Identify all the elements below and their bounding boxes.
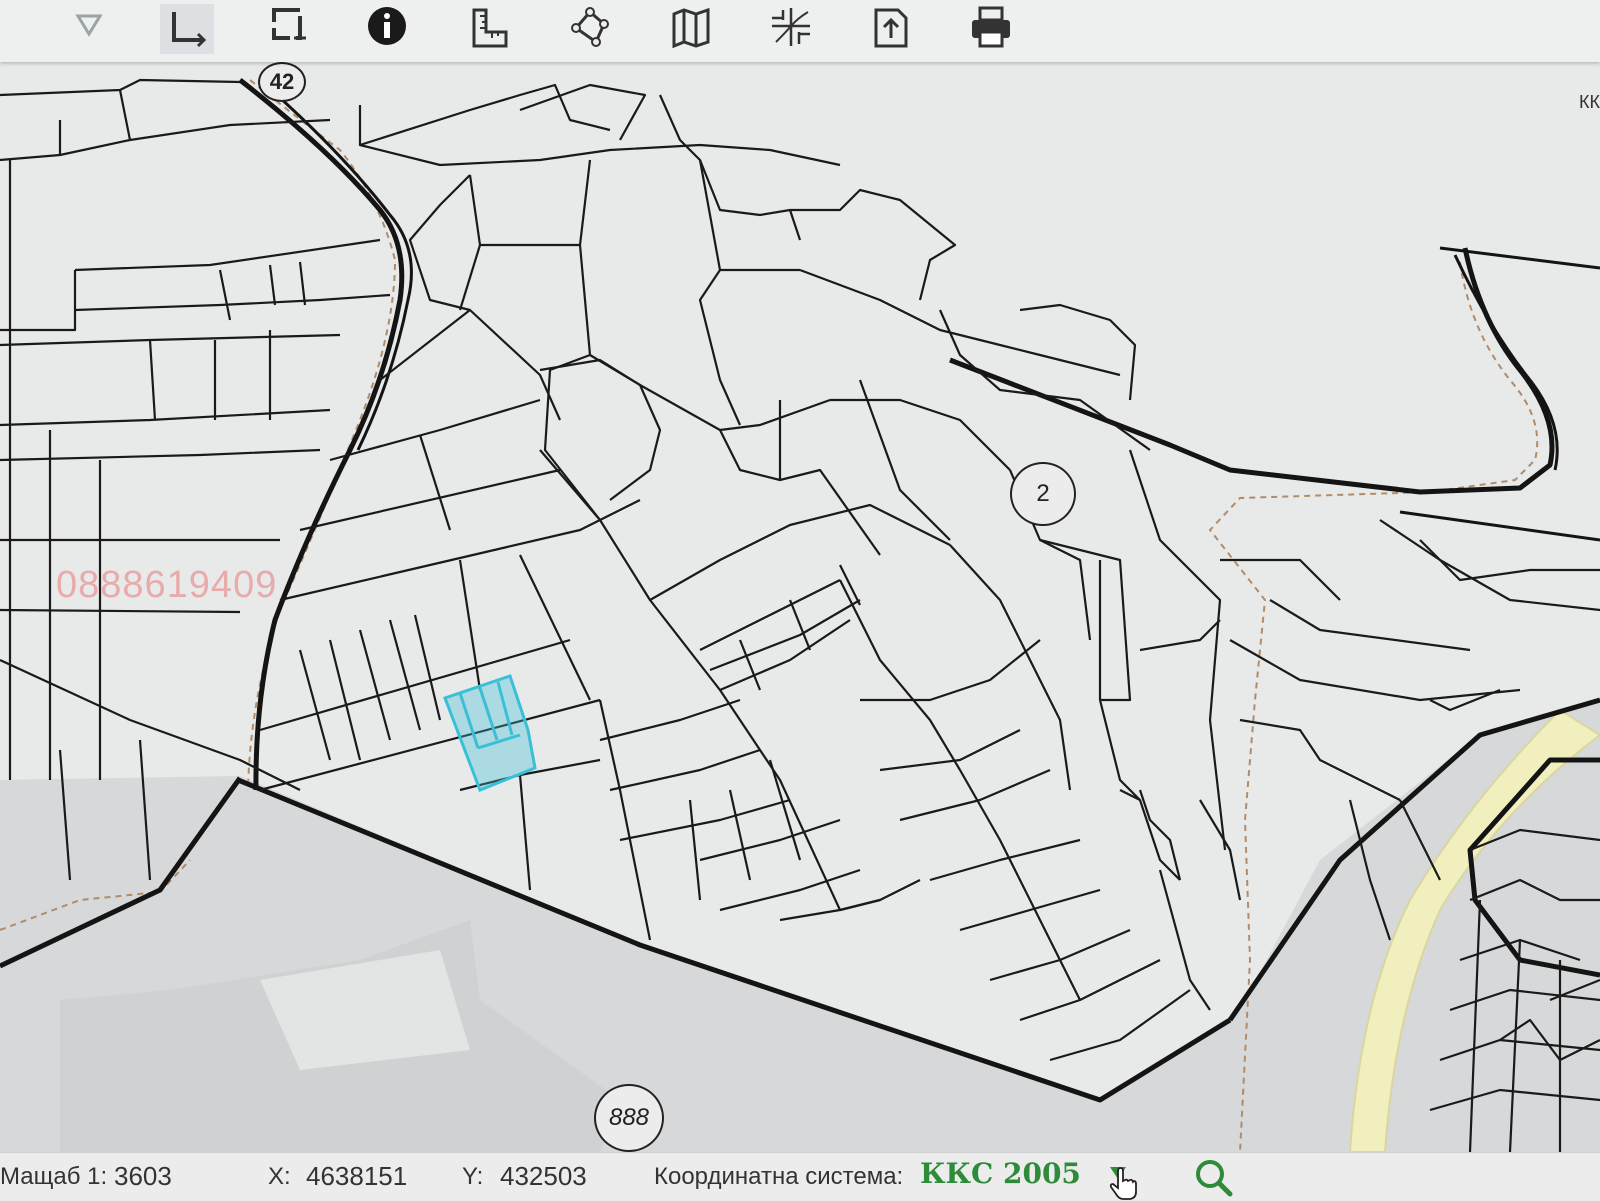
polygon-icon (571, 7, 609, 47)
clear-selection-icon (272, 8, 306, 40)
x-coordinate-value: 4638151 (306, 1161, 408, 1191)
toolbar (0, 0, 1600, 62)
hand-cursor-icon (1109, 1167, 1137, 1200)
road-badge-42: 42 (258, 62, 306, 102)
export-document-icon (874, 8, 908, 48)
info-icon (368, 7, 406, 45)
ruler-icon (472, 8, 508, 48)
info-button[interactable] (360, 4, 414, 54)
road-badge-888: 888 (594, 1084, 664, 1152)
printer-icon (972, 6, 1010, 48)
scale-value: 3603 (114, 1161, 172, 1191)
coordinates-button[interactable] (764, 4, 818, 54)
y-coordinate-value: 432503 (500, 1161, 587, 1191)
scale-label: Мащаб 1: (0, 1163, 108, 1190)
measure-button[interactable] (462, 4, 516, 54)
clear-selection-button[interactable] (262, 4, 316, 54)
select-arrow-icon (75, 14, 103, 37)
map-icon (672, 7, 710, 49)
road-badge-2: 2 (1010, 462, 1076, 526)
draw-rectangle-button[interactable] (160, 4, 214, 54)
cadastral-map[interactable]: КК 0888619409 42 2 888 (0, 62, 1600, 1152)
phone-watermark: 0888619409 (56, 564, 278, 606)
status-bar: Мащаб 1: 3603 X: 4638151 Y: 432503 Коорд… (0, 1152, 1600, 1201)
cadastral-map-canvas (0, 62, 1600, 1152)
export-button[interactable] (864, 4, 918, 54)
x-coordinate-label: X: (268, 1163, 291, 1190)
coordinate-system-label: Координатна система: (654, 1163, 904, 1190)
layers-button[interactable] (664, 4, 718, 54)
print-button[interactable] (964, 4, 1018, 54)
select-tool-button[interactable] (62, 4, 116, 54)
coordinate-system-select[interactable]: ККС 2005 (920, 1157, 1081, 1190)
y-coordinate-label: Y: (462, 1163, 484, 1190)
draw-rectangle-icon (172, 12, 207, 48)
map-corner-label: КК (1579, 92, 1600, 112)
measure-area-button[interactable] (562, 4, 616, 54)
crosshair-grid-icon (772, 8, 810, 46)
search-icon[interactable] (1192, 1157, 1236, 1197)
